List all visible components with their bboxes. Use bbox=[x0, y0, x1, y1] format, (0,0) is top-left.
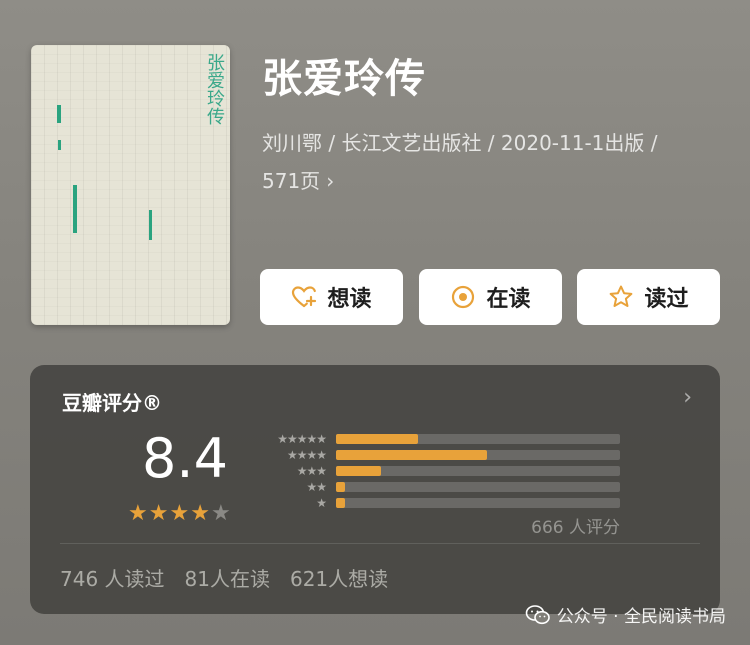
reading-count[interactable]: 81人在读 bbox=[185, 563, 270, 592]
distribution-bar bbox=[336, 482, 345, 492]
cover-texture bbox=[31, 45, 230, 325]
heart-plus-icon bbox=[292, 286, 317, 308]
rating-distribution-row: ★★★★★ bbox=[256, 432, 620, 446]
star-empty-icon: ★ bbox=[210, 501, 231, 526]
read-count[interactable]: 746 人读过 bbox=[60, 563, 165, 592]
cover-accent-mark bbox=[149, 210, 152, 240]
want-count[interactable]: 621人想读 bbox=[290, 563, 388, 592]
distribution-track bbox=[336, 434, 620, 444]
want-to-read-button[interactable]: 想读 bbox=[260, 269, 403, 325]
book-cover[interactable]: 张爱玲传 bbox=[31, 45, 230, 325]
watermark-text: 公众号 · 全民阅读书局 bbox=[556, 607, 726, 627]
divider bbox=[60, 543, 700, 544]
want-to-read-label: 想读 bbox=[327, 287, 372, 312]
distribution-star-icons: ★★★★★ bbox=[277, 432, 327, 446]
reading-label: 在读 bbox=[486, 287, 531, 312]
distribution-bar bbox=[336, 434, 418, 444]
distribution-track bbox=[336, 498, 620, 508]
rating-distribution-row: ★★★ bbox=[256, 464, 620, 478]
watermark: 公众号 · 全民阅读书局 bbox=[525, 602, 726, 627]
distribution-star-icons: ★★★★ bbox=[286, 448, 327, 462]
distribution-track bbox=[336, 482, 620, 492]
distribution-bar bbox=[336, 498, 345, 508]
page-count-link[interactable]: 571页 › bbox=[262, 162, 712, 200]
chevron-right-icon: › bbox=[326, 169, 335, 193]
target-circle-icon bbox=[452, 285, 475, 309]
wechat-icon bbox=[525, 604, 550, 624]
distribution-star-icons: ★ bbox=[316, 496, 327, 510]
distribution-star-icons: ★★★ bbox=[296, 464, 327, 478]
rating-distribution-row: ★★★★ bbox=[256, 448, 620, 462]
rating-stars: ★ ★ ★ ★ ★ bbox=[128, 503, 231, 525]
rating-count: 666 人评分 bbox=[531, 518, 620, 538]
book-title: 张爱玲传 bbox=[262, 56, 426, 102]
cover-title: 张爱玲传 bbox=[204, 53, 225, 125]
cover-accent-mark bbox=[58, 140, 61, 150]
have-read-button[interactable]: 读过 bbox=[577, 269, 720, 325]
rating-distribution-row: ★ bbox=[256, 496, 620, 510]
star-filled-icon: ★ bbox=[169, 501, 190, 526]
reader-stats: 746 人读过 81人在读 621人想读 bbox=[60, 563, 388, 592]
star-filled-icon: ★ bbox=[190, 501, 210, 526]
book-meta: 刘川鄂 / 长江文艺出版社 / 2020-11-1出版 / 571页 › bbox=[262, 124, 712, 200]
chevron-right-icon[interactable]: › bbox=[683, 385, 692, 410]
have-read-label: 读过 bbox=[644, 287, 689, 312]
distribution-bar bbox=[336, 450, 487, 460]
cover-accent-mark bbox=[57, 105, 61, 123]
star-filled-icon: ★ bbox=[148, 501, 169, 526]
book-meta-line: 刘川鄂 / 长江文艺出版社 / 2020-11-1出版 / bbox=[262, 131, 658, 155]
rating-score: 8.4 bbox=[142, 427, 228, 490]
distribution-track bbox=[336, 450, 620, 460]
rating-distribution-row: ★★ bbox=[256, 480, 620, 494]
distribution-star-icons: ★★ bbox=[306, 480, 327, 494]
distribution-track bbox=[336, 466, 620, 476]
reading-button[interactable]: 在读 bbox=[419, 269, 562, 325]
star-outline-icon bbox=[610, 285, 633, 307]
rating-card[interactable]: 豆瓣评分® › 8.4 ★ ★ ★ ★ ★ ★★★★★ ★★★★ ★★★ ★★ ★ 666 人评… bbox=[30, 365, 720, 614]
cover-accent-mark bbox=[73, 185, 77, 233]
star-filled-icon: ★ bbox=[128, 501, 148, 526]
distribution-bar bbox=[336, 466, 381, 476]
page-count: 571页 bbox=[262, 169, 321, 193]
rating-header: 豆瓣评分® bbox=[62, 391, 162, 415]
